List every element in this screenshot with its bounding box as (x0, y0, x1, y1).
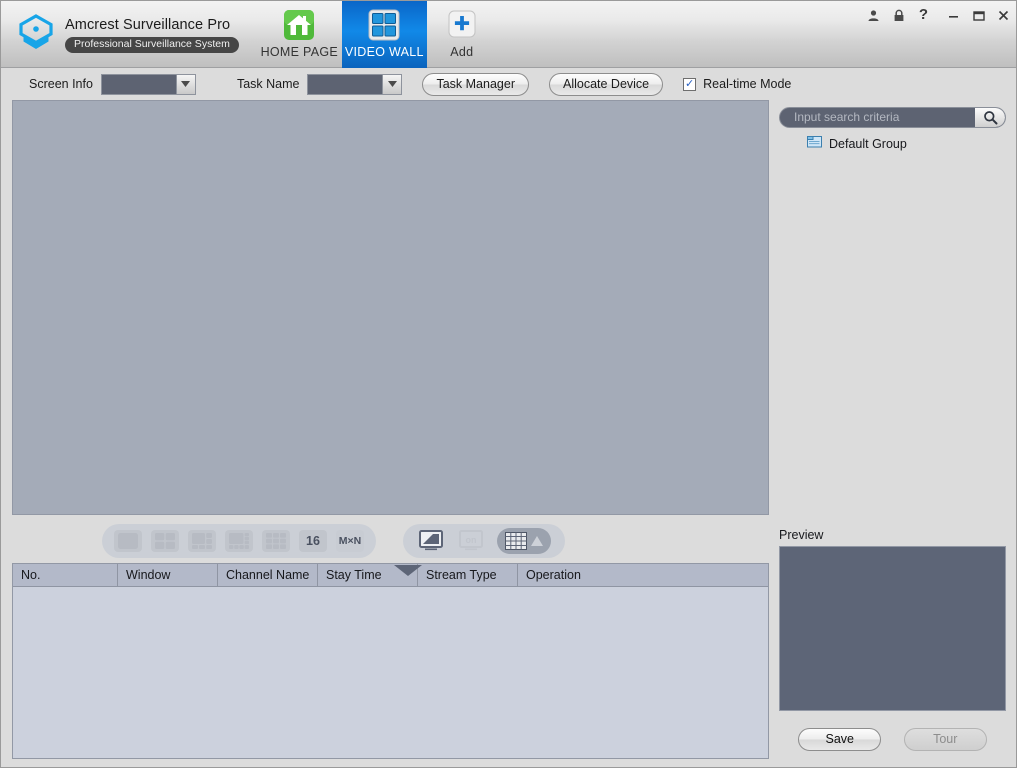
brand-title: Amcrest Surveillance Pro (65, 16, 231, 33)
brand: Amcrest Surveillance Pro Professional Su… (15, 13, 239, 55)
device-tree: Default Group (779, 130, 1006, 528)
right-column: Input search criteria Default Group Prev… (779, 100, 1006, 767)
layout-16-label: 16 (306, 533, 320, 548)
device-search-row: Input search criteria (779, 104, 1006, 130)
table-body (13, 587, 768, 758)
hexagon-logo-icon (15, 13, 57, 55)
tab-add-label: Add (450, 45, 474, 59)
column-stream-type[interactable]: Stream Type (418, 564, 518, 586)
left-column: 16 M×N on No. Window Channel Name Stay T… (12, 100, 769, 767)
application-window: Amcrest Surveillance Pro Professional Su… (0, 0, 1017, 768)
layout-1-button[interactable] (114, 529, 142, 552)
save-button[interactable]: Save (798, 727, 882, 751)
title-bar: Amcrest Surveillance Pro Professional Su… (1, 1, 1016, 68)
layout-8-button[interactable] (225, 529, 253, 552)
home-icon (280, 8, 318, 42)
screen-info-value (102, 75, 176, 94)
screen-on-icon[interactable]: on (457, 529, 485, 553)
column-window[interactable]: Window (118, 564, 218, 586)
clear-screen-icon[interactable] (417, 529, 445, 553)
search-input[interactable]: Input search criteria (780, 110, 975, 124)
minimize-icon[interactable] (941, 2, 966, 28)
column-channel-name[interactable]: Channel Name (218, 564, 318, 586)
layout-4-button[interactable] (151, 529, 179, 552)
svg-text:on: on (466, 535, 477, 545)
realtime-mode-label: Real-time Mode (703, 77, 792, 91)
search-box[interactable]: Input search criteria (779, 106, 1006, 128)
tree-item-default-group[interactable]: Default Group (807, 135, 1006, 153)
table-header-row: No. Window Channel Name Stay Time Stream… (13, 564, 768, 587)
check-icon: ✓ (685, 78, 695, 90)
plus-icon (443, 8, 481, 42)
layout-mxn-label: M×N (338, 534, 362, 547)
realtime-mode-checkbox[interactable]: ✓ Real-time Mode (683, 77, 791, 91)
video-wall-toolbar: Screen Info Task Name Task Manager Alloc… (1, 68, 1016, 100)
column-operation[interactable]: Operation (518, 564, 768, 586)
layout-16-button[interactable]: 16 (299, 529, 327, 552)
checkbox-box: ✓ (683, 77, 697, 91)
tab-home-page-label: HOME PAGE (260, 45, 339, 59)
folder-icon (807, 135, 822, 153)
brand-subtitle: Professional Surveillance System (65, 36, 239, 53)
chevron-down-icon (382, 74, 402, 94)
nav-tabs: HOME PAGE VIDEO WALL Add (257, 1, 497, 68)
screen-info-label: Screen Info (29, 77, 93, 91)
tab-add[interactable]: Add (427, 1, 497, 68)
layout-6-button[interactable] (188, 529, 216, 552)
chevron-down-icon (175, 74, 195, 94)
preview-buttons: Save Tour (779, 711, 1006, 767)
tree-item-label: Default Group (829, 137, 907, 151)
preview-pane[interactable] (779, 546, 1006, 711)
help-icon[interactable]: ? (911, 2, 936, 28)
screen-info-dropdown[interactable] (100, 73, 196, 95)
task-table: No. Window Channel Name Stay Time Stream… (12, 563, 769, 759)
task-name-dropdown[interactable] (307, 73, 403, 95)
close-icon[interactable] (991, 2, 1016, 28)
task-manager-button[interactable]: Task Manager (422, 72, 529, 96)
layout-toolbar: 16 M×N on (12, 515, 769, 576)
task-name-label: Task Name (236, 77, 300, 91)
tour-button: Tour (903, 727, 987, 751)
user-icon[interactable] (861, 2, 886, 28)
video-wall-grid-icon (365, 8, 403, 42)
magnifier-icon[interactable] (975, 107, 1005, 127)
tab-video-wall[interactable]: VIDEO WALL (341, 1, 427, 68)
brand-text: Amcrest Surveillance Pro Professional Su… (65, 16, 239, 53)
layout-mxn-button[interactable]: M×N (336, 529, 364, 552)
split-layout-group: 16 M×N (102, 523, 376, 558)
main-body: 16 M×N on No. Window Channel Name Stay T… (1, 100, 1016, 767)
window-controls: ? (861, 1, 1016, 29)
lock-icon[interactable] (886, 2, 911, 28)
tab-home-page[interactable]: HOME PAGE (257, 1, 342, 68)
video-wall-canvas[interactable] (12, 100, 769, 515)
layout-9-button[interactable] (262, 529, 290, 552)
maximize-icon[interactable] (966, 2, 991, 28)
task-name-value (308, 75, 382, 94)
tab-video-wall-label: VIDEO WALL (344, 45, 424, 59)
allocate-device-button[interactable]: Allocate Device (548, 72, 664, 96)
wall-layout-button[interactable] (497, 527, 551, 554)
wall-tools-group: on (403, 523, 565, 558)
column-no[interactable]: No. (13, 564, 118, 586)
preview-label: Preview (779, 528, 824, 542)
